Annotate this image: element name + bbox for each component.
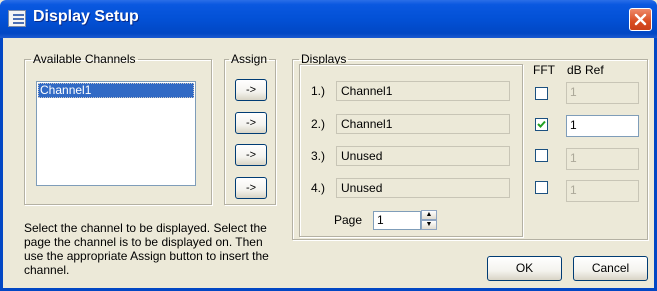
dbref-field-2[interactable]: 1 [566,115,639,137]
display-row-3-channel: Unused [336,146,510,166]
fft-checkbox-3[interactable] [535,149,548,162]
display-setup-window: Display Setup Available Channels Channel… [0,0,657,291]
checkmark-icon [537,120,546,128]
display-row-1-label: 1.) [311,84,326,98]
assign-title: Assign [231,52,268,66]
dbref-header: dB Ref [567,63,604,77]
display-row-1-channel: Channel1 [336,81,510,101]
page-up-button[interactable]: ▲ [421,210,437,220]
fft-checkbox-2[interactable] [535,118,548,131]
display-row-4-channel: Unused [336,178,510,198]
dbref-field-1[interactable]: 1 [566,82,639,104]
display-row-2-channel: Channel1 [336,114,510,134]
dbref-field-4[interactable]: 1 [566,180,639,202]
window-title: Display Setup [33,8,139,25]
close-icon[interactable] [629,8,652,31]
available-channels-list[interactable]: Channel1 [36,81,196,186]
app-icon [8,10,26,27]
help-line: use the appropriate Assign button to ins… [24,249,269,263]
display-row-2-label: 2.) [311,117,326,131]
page-label: Page [334,213,363,227]
assign-button-2[interactable]: -> [235,112,267,134]
window-frame-left [0,38,3,291]
display-row-4-label: 4.) [311,181,326,195]
help-line: page the channel is to be displayed on. … [24,235,263,249]
available-channels-title: Available Channels [33,52,136,66]
title-bar[interactable]: Display Setup [0,0,657,38]
ok-button[interactable]: OK [487,256,562,281]
list-item[interactable]: Channel1 [38,83,194,98]
fft-checkbox-1[interactable] [535,87,548,100]
page-input[interactable]: 1 [373,211,421,230]
assign-button-3[interactable]: -> [235,144,267,166]
cancel-button[interactable]: Cancel [573,256,648,281]
dbref-field-3[interactable]: 1 [566,148,639,170]
help-line: Select the channel to be displayed. Sele… [24,221,267,235]
help-line: channel. [24,263,70,277]
assign-button-1[interactable]: -> [235,79,267,101]
assign-button-4[interactable]: -> [235,177,267,199]
fft-checkbox-4[interactable] [535,181,548,194]
help-text: Select the channel to be displayed. Sele… [24,221,294,277]
fft-header: FFT [533,63,555,77]
page-down-button[interactable]: ▼ [421,220,437,230]
display-row-3-label: 3.) [311,149,326,163]
